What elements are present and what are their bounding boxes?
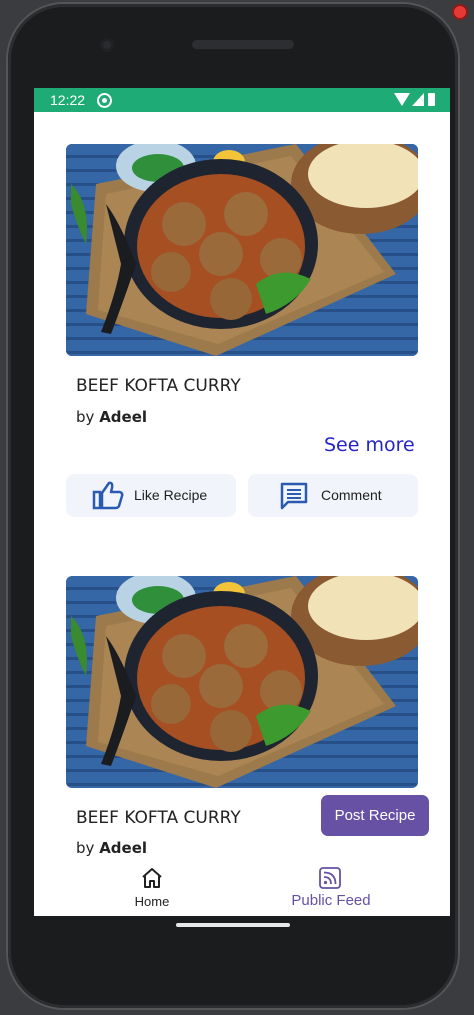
author-name: Adeel bbox=[99, 839, 148, 857]
app-screen: 12:22 BEEF KOFTA CURRY by Adeel See more… bbox=[34, 88, 450, 916]
author-prefix: by bbox=[76, 839, 95, 857]
recipe-image[interactable] bbox=[66, 144, 418, 356]
signal-icon bbox=[412, 93, 424, 106]
recipe-author: by Adeel bbox=[76, 839, 147, 857]
battery-icon bbox=[428, 93, 435, 106]
kofta-curry-photo bbox=[66, 576, 418, 788]
comment-button[interactable]: Comment bbox=[248, 474, 418, 517]
author-prefix: by bbox=[76, 408, 95, 426]
earpiece bbox=[192, 40, 294, 49]
nav-label-public-feed: Public Feed bbox=[291, 892, 371, 909]
comment-label: Comment bbox=[321, 487, 382, 503]
bottom-navigation: Home Public Feed bbox=[34, 858, 450, 916]
status-time: 12:22 bbox=[50, 92, 86, 108]
nav-item-home[interactable]: Home bbox=[77, 858, 227, 916]
wifi-icon bbox=[394, 93, 410, 106]
rss-feed-icon bbox=[318, 866, 342, 894]
recipe-title: BEEF KOFTA CURRY bbox=[76, 376, 241, 396]
phone-frame: 12:22 BEEF KOFTA CURRY by Adeel See more… bbox=[8, 4, 466, 1008]
record-indicator-icon bbox=[454, 6, 466, 18]
kofta-curry-photo bbox=[66, 144, 418, 356]
thumbs-up-icon bbox=[92, 480, 124, 514]
see-more-link[interactable]: See more bbox=[324, 434, 415, 456]
front-camera bbox=[100, 38, 114, 52]
nav-label-home: Home bbox=[134, 894, 170, 909]
author-name: Adeel bbox=[99, 408, 148, 426]
recipe-title: BEEF KOFTA CURRY bbox=[76, 808, 241, 828]
like-recipe-button[interactable]: Like Recipe bbox=[66, 474, 236, 517]
nav-item-public-feed[interactable]: Public Feed bbox=[256, 858, 406, 916]
gesture-home-bar[interactable] bbox=[176, 923, 290, 927]
status-icons bbox=[394, 93, 438, 107]
recipe-image[interactable] bbox=[66, 576, 418, 788]
post-recipe-button[interactable]: Post Recipe bbox=[321, 795, 429, 836]
like-label: Like Recipe bbox=[134, 487, 208, 503]
recipe-author: by Adeel bbox=[76, 408, 147, 426]
home-icon bbox=[140, 866, 164, 894]
settings-status-icon bbox=[97, 93, 112, 108]
status-bar: 12:22 bbox=[34, 88, 450, 112]
comment-icon bbox=[280, 482, 308, 514]
